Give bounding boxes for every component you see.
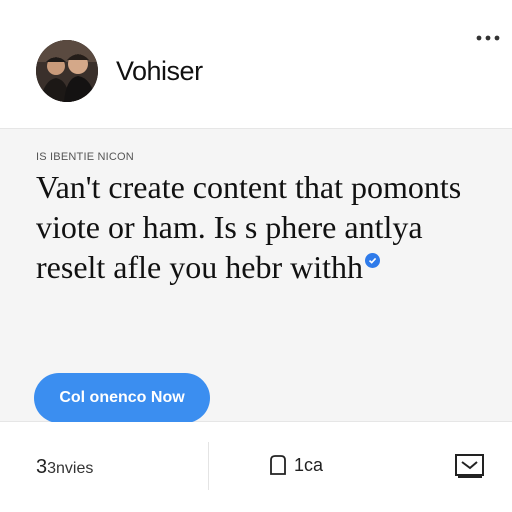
more-horizontal-icon <box>476 35 500 41</box>
post-category: IS IBENTIE NICON <box>36 151 134 163</box>
post-message: Van't create content that pomonts viote … <box>36 167 486 287</box>
reactions-label: 3nvies <box>47 460 94 477</box>
avatar[interactable] <box>36 40 98 102</box>
share-button[interactable] <box>454 453 486 484</box>
reactions-count: 3 <box>36 456 48 478</box>
comment-button[interactable]: 1ca <box>268 454 323 476</box>
post-body: IS IBENTIE NICON Van't create content th… <box>0 128 512 423</box>
cta-button[interactable]: Col onenco Now <box>34 373 210 423</box>
footer-divider <box>208 442 209 490</box>
username[interactable]: Vohiser <box>116 56 203 87</box>
share-icon <box>455 454 484 478</box>
comment-icon <box>270 455 286 475</box>
post-header: Vohiser <box>0 0 512 128</box>
more-options-button[interactable] <box>470 26 506 50</box>
post-message-text: Van't create content that pomonts viote … <box>36 169 462 285</box>
avatar-photo-icon <box>36 40 98 102</box>
post-message-end: h <box>347 249 363 285</box>
comments-count: 1ca <box>294 454 324 475</box>
reactions-button[interactable]: 33nvies <box>36 456 93 479</box>
verified-badge-icon <box>365 253 380 268</box>
post-footer: 33nvies 1ca <box>0 422 512 512</box>
post-card: Vohiser IS IBENTIE NICON Van't create co… <box>0 0 512 512</box>
